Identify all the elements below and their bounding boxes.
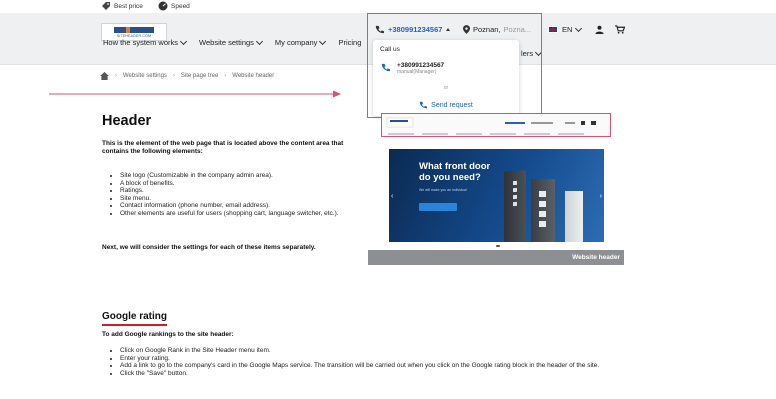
chevron-down-icon	[319, 37, 327, 45]
list-item: Site logo (Customizable in the company a…	[120, 172, 356, 180]
breadcrumb-separator: ›	[172, 73, 175, 79]
list-item: Other elements are useful for users (sho…	[120, 210, 356, 218]
chevron-down-icon	[255, 37, 263, 45]
breadcrumb-item-current: Website header	[232, 73, 275, 79]
speedometer-icon	[158, 1, 168, 11]
language-label: EN	[562, 25, 573, 34]
door-image	[565, 191, 583, 242]
call-dropdown: Call us +380991234567 manual(Manager) or…	[373, 40, 519, 116]
language-switcher[interactable]: EN	[548, 24, 583, 34]
slider-dot	[496, 245, 500, 247]
breadcrumb-item[interactable]: Site page tree	[181, 73, 218, 79]
chevron-left-icon: ‹	[391, 193, 394, 200]
list-item: Add a link to go to the company's card i…	[120, 362, 630, 370]
uk-flag-icon	[548, 26, 558, 33]
logo-text: SITEHEADER.COM	[116, 33, 152, 38]
benefits-bar: Best price Speed	[0, 0, 776, 13]
menu-item-label: Pricing	[338, 38, 362, 47]
benefit-label: Speed	[171, 2, 190, 10]
benefit-best-price: Best price	[101, 1, 143, 11]
menu-item-website-settings[interactable]: Website settings	[199, 37, 263, 47]
breadcrumb-item[interactable]: Website settings	[123, 73, 167, 79]
dropdown-title: Call us	[380, 46, 400, 53]
page-title: Header	[102, 113, 152, 129]
list-item: Enter your rating.	[120, 355, 630, 363]
section-title-google-rating: Google rating	[102, 311, 167, 326]
preview-header-strip	[386, 117, 596, 128]
phone-callback-icon	[419, 101, 428, 109]
menu-item-label: My company	[274, 38, 318, 47]
tag-icon	[102, 2, 110, 10]
cart-icon[interactable]	[615, 25, 625, 34]
rating-intro: To add Google rankings to the site heade…	[102, 331, 234, 338]
hero-subtitle: We will make you an individual	[419, 188, 467, 192]
menu-item-pricing[interactable]: Pricing	[338, 38, 361, 47]
list-item: Site menu.	[120, 195, 356, 203]
dropdown-phone-number[interactable]: +380991234567	[397, 62, 444, 69]
benefit-label: Best price	[114, 2, 143, 10]
breadcrumb-separator: ›	[115, 73, 117, 79]
menu-item-label: How the system works	[103, 38, 179, 47]
chevron-down-icon	[575, 24, 583, 32]
list-item: Click the "Save" button.	[120, 370, 630, 378]
benefit-speed: Speed	[158, 1, 190, 11]
preview-menu	[388, 133, 598, 137]
menu-item-how-it-works[interactable]: How the system works	[103, 37, 188, 47]
hero-title: What front door do you need?	[419, 161, 491, 183]
list-item: Click on Google Rank in the Site Header …	[120, 347, 630, 355]
or-separator: or	[443, 85, 449, 91]
rating-steps-list: Click on Google Rank in the Site Header …	[120, 347, 630, 377]
preview-caption: Website header	[368, 250, 624, 265]
chevron-down-icon	[179, 37, 188, 45]
list-item: Ratings.	[120, 187, 356, 195]
header-elements-list: Site logo (Customizable in the company a…	[120, 172, 356, 217]
red-arrow-annotation	[49, 90, 341, 98]
breadcrumb-separator: ›	[224, 73, 227, 79]
menu-item-my-company[interactable]: My company	[274, 37, 327, 47]
main-menu: How the system works Website settings My…	[103, 37, 374, 47]
dropdown-manager: manual(Manager)	[397, 69, 437, 75]
door-image	[531, 179, 555, 242]
user-icon[interactable]	[595, 25, 604, 34]
list-item: A block of benefits.	[120, 180, 356, 188]
menu-item-label: Website settings	[199, 38, 254, 47]
home-icon[interactable]	[100, 72, 109, 80]
intro-text: This is the element of the web page that…	[102, 140, 344, 155]
list-item: Contact information (phone number, email…	[120, 202, 356, 210]
preview-hero-banner: What front door do you need? We will make…	[389, 149, 604, 242]
breadcrumb: › Website settings › Site page tree › We…	[100, 72, 274, 80]
send-request-label: Send request	[431, 101, 473, 109]
phone-icon	[381, 63, 390, 72]
door-image	[504, 170, 526, 242]
send-request-button[interactable]: Send request	[373, 101, 519, 109]
chevron-right-icon: ›	[599, 193, 602, 200]
hero-button	[419, 203, 457, 211]
next-text: Next, we will consider the settings for …	[102, 244, 316, 251]
